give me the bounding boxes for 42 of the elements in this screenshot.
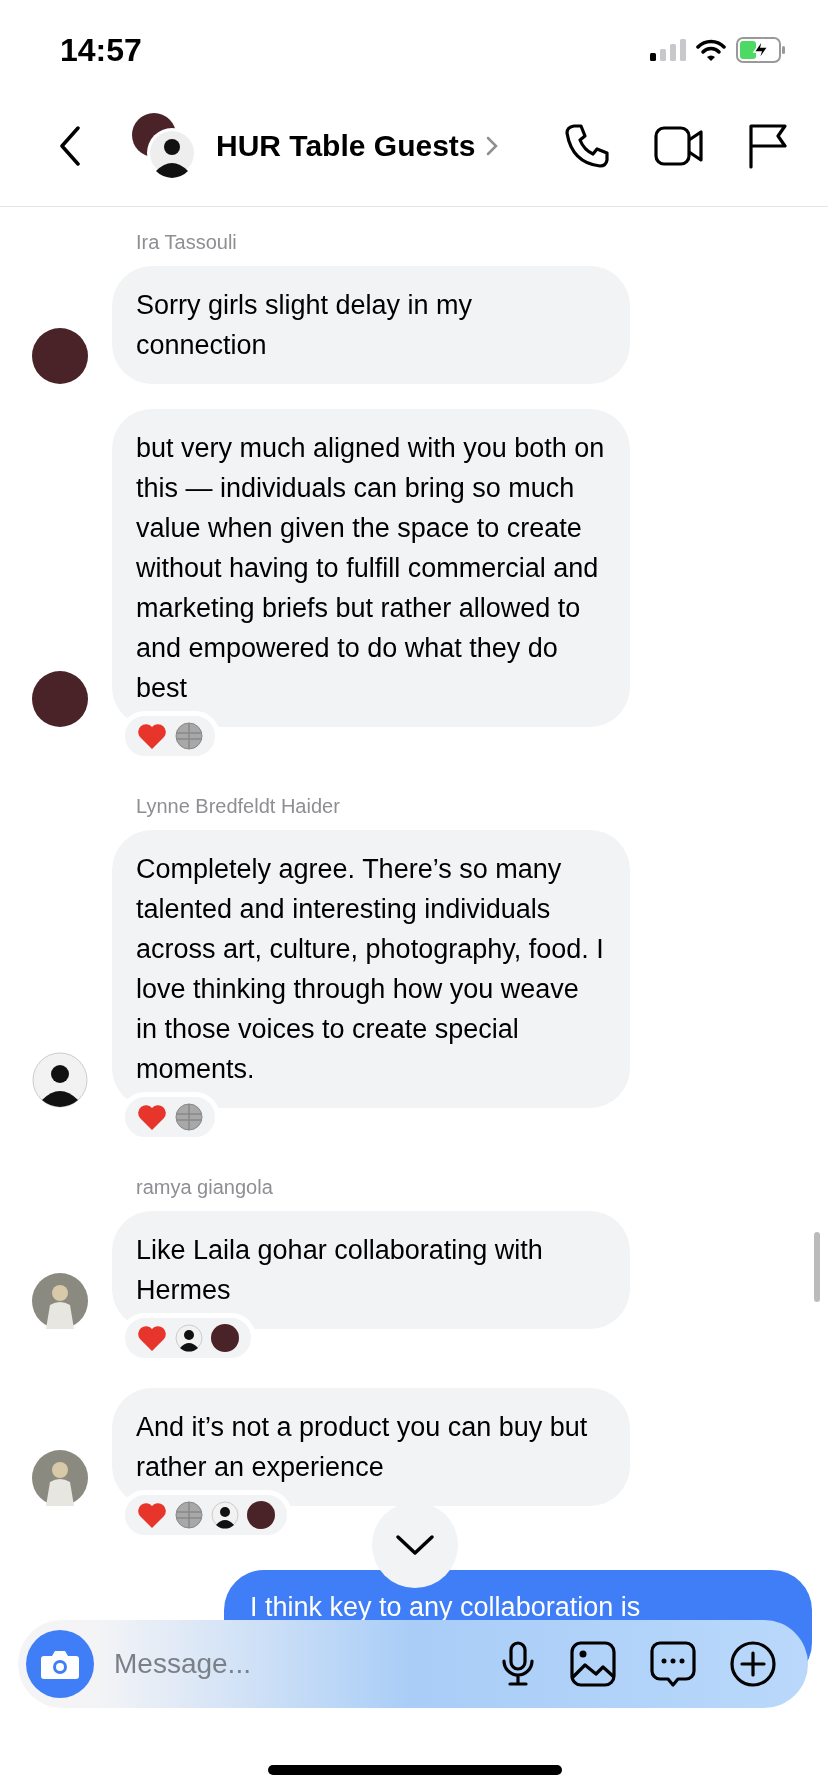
reactor-avatar: [247, 1501, 275, 1529]
reactor-avatar: [175, 1103, 203, 1131]
back-icon[interactable]: [58, 126, 82, 166]
wifi-icon: [696, 39, 726, 61]
signal-icon: [650, 39, 686, 61]
chat-icon[interactable]: [650, 1641, 696, 1687]
camera-button[interactable]: [26, 1630, 94, 1698]
image-icon[interactable]: [570, 1641, 616, 1687]
microphone-icon[interactable]: [500, 1641, 536, 1687]
status-time: 14:57: [60, 31, 142, 69]
chevron-right-icon[interactable]: [485, 136, 498, 156]
reactor-avatar: [211, 1324, 239, 1352]
reactor-avatar: [211, 1501, 239, 1529]
message-bubble: Like Laila gohar collaborating with Hermes: [112, 1211, 630, 1329]
avatar: [32, 1052, 88, 1108]
battery-charging-icon: [736, 37, 786, 63]
camera-icon: [40, 1648, 80, 1680]
heart-icon: [137, 1324, 167, 1352]
chat-title[interactable]: HUR Table Guests: [216, 129, 476, 163]
chevron-down-icon: [395, 1534, 435, 1556]
sender-name: ramya giangola: [136, 1176, 274, 1199]
avatar: [32, 328, 88, 384]
reactor-avatar: [175, 1501, 203, 1529]
scrollbar: [814, 1232, 820, 1302]
message-bubble: Sorry girls slight delay in my connection: [112, 266, 630, 384]
message-bubble: And it’s not a product you can buy but rather an experience: [112, 1388, 630, 1506]
sender-name: Ira Tassouli: [136, 231, 238, 254]
add-icon[interactable]: [730, 1641, 776, 1687]
reactor-avatar: [175, 722, 203, 750]
avatar: [32, 1273, 88, 1329]
message-bubble: Completely agree. There’s so many talented and interesting individuals across art, culture, photography, food. I love thinking through how you weave in those voices to create special moments.: [112, 830, 630, 1108]
avatar: [32, 1450, 88, 1506]
sender-name: Lynne Bredfeldt Haider: [136, 795, 341, 818]
heart-icon: [137, 1103, 167, 1131]
avatar: [32, 671, 88, 727]
flag-icon[interactable]: [748, 123, 788, 169]
message-bubble: but very much aligned with you both on this — individuals can bring so much value when given the space to create without having to fulfill commercial and marketing briefs but rather allowed to and empowered to do what they do best: [112, 409, 630, 727]
heart-icon: [137, 722, 167, 750]
reactor-avatar: [175, 1324, 203, 1352]
heart-icon: [137, 1501, 167, 1529]
phone-icon[interactable]: [564, 123, 610, 169]
video-camera-icon[interactable]: [654, 126, 704, 166]
